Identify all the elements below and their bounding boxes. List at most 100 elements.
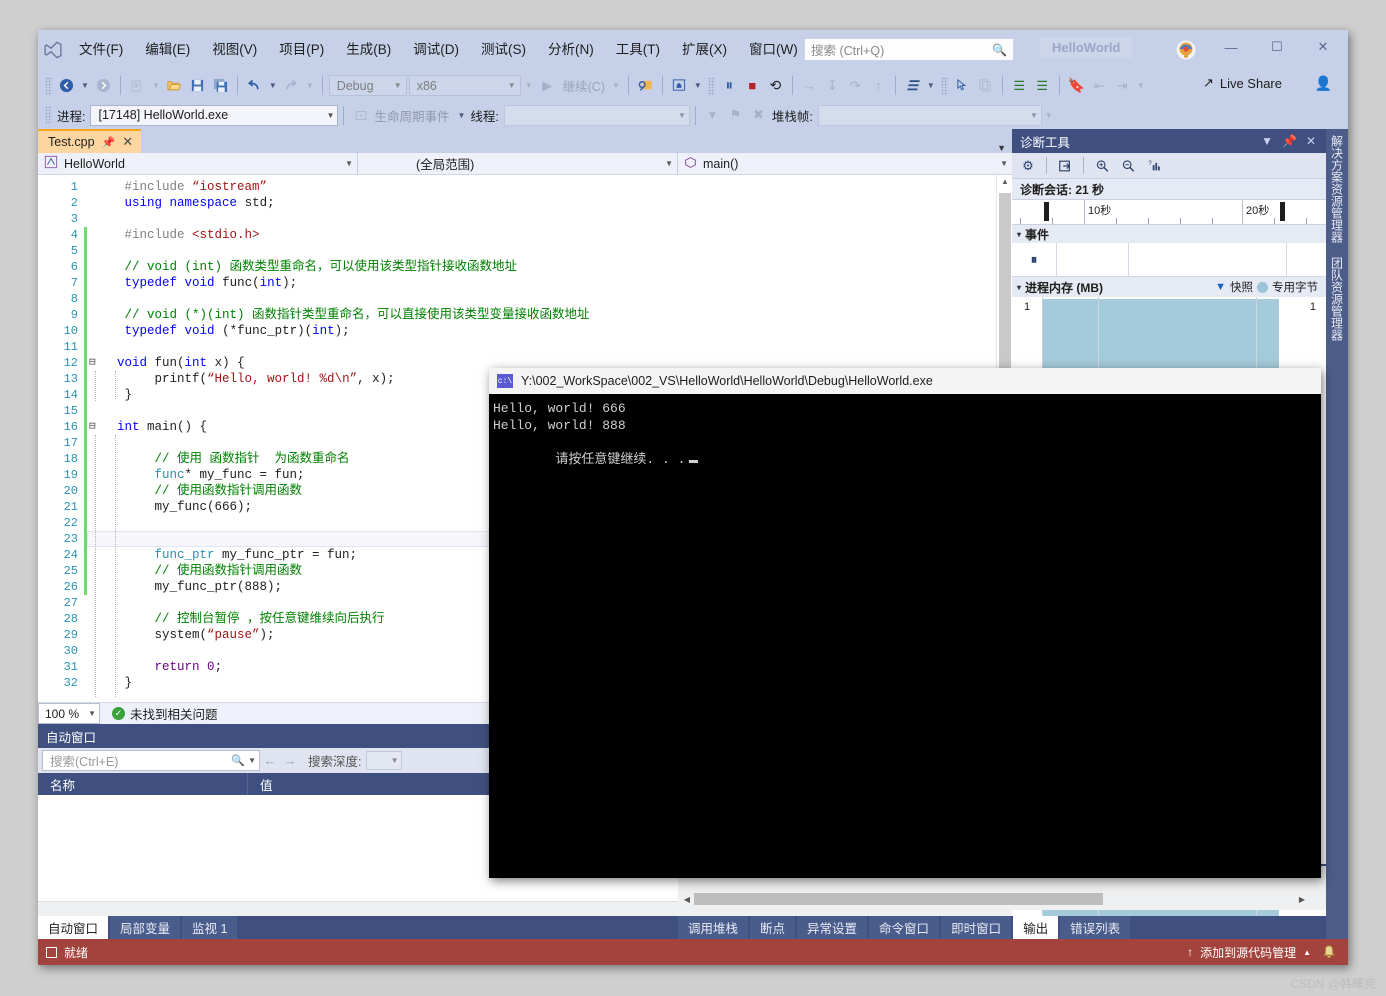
stop-debugging-icon[interactable]: ■: [741, 74, 764, 97]
output-horizontal-scrollbar[interactable]: ◀ ▶: [680, 892, 1309, 906]
menu-file[interactable]: 文件(F): [68, 37, 134, 63]
menu-tools[interactable]: 工具(T): [605, 37, 671, 63]
navigate-backward-dropdown-icon[interactable]: ▼: [78, 81, 92, 90]
outdent-icon[interactable]: ☰: [1031, 74, 1054, 97]
save-icon[interactable]: [186, 74, 209, 97]
toolbar-grip[interactable]: [707, 76, 715, 95]
debug-toolbar-overflow-icon[interactable]: ▼: [1042, 111, 1056, 120]
tab-exception-settings[interactable]: 异常设置: [797, 916, 868, 939]
notifications-bell-icon[interactable]: [1318, 942, 1340, 962]
account-avatar-icon[interactable]: [1174, 38, 1198, 62]
scrollbar-thumb[interactable]: [694, 893, 1103, 905]
flag-threads-icon[interactable]: ⚑: [724, 104, 747, 127]
code-line[interactable]: typedef void (*func_ptr)(int);: [87, 323, 996, 339]
fold-collapse-fun-icon[interactable]: ⊟: [89, 355, 96, 371]
restart-debugging-icon[interactable]: ⟲: [764, 74, 787, 97]
bookmark-icon[interactable]: 🔖: [1065, 74, 1088, 97]
scrollbar-track[interactable]: [694, 893, 1295, 905]
thread-select[interactable]: ▼: [503, 104, 690, 126]
thread-marker-icon[interactable]: ☰: [901, 74, 924, 97]
code-line[interactable]: // void (*)(int) 函数指针类型重命名，可以直接使用该类型变量接收…: [87, 307, 996, 323]
source-control-label[interactable]: 添加到源代码管理: [1200, 944, 1296, 961]
hot-reload-dropdown-icon[interactable]: ▼: [691, 81, 705, 90]
save-all-icon[interactable]: [209, 74, 232, 97]
zoom-out-icon[interactable]: [1116, 155, 1140, 177]
quick-search-input[interactable]: 搜索 (Ctrl+Q) 🔍: [804, 38, 1014, 61]
maximize-button[interactable]: ☐: [1254, 32, 1300, 62]
break-all-pause-icon[interactable]: ⏸: [718, 74, 741, 97]
menu-test[interactable]: 测试(S): [470, 37, 537, 63]
pin-icon[interactable]: 📌: [1282, 134, 1297, 148]
console-window[interactable]: c:\ Y:\002_WorkSpace\002_VS\HelloWorld\H…: [489, 368, 1321, 878]
navbar-project-select[interactable]: HelloWorld ▼: [38, 153, 358, 174]
menu-window[interactable]: 窗口(W): [738, 37, 809, 63]
menu-project[interactable]: 项目(P): [268, 37, 335, 63]
editor-zoom-select[interactable]: 100 % ▼: [38, 703, 100, 724]
code-line[interactable]: [87, 339, 996, 355]
menu-extensions[interactable]: 扩展(X): [671, 37, 738, 63]
code-line[interactable]: [87, 211, 996, 227]
navbar-member-select[interactable]: main() ▼: [678, 153, 1012, 174]
step-out-icon[interactable]: ↑: [867, 74, 890, 97]
diagnostic-events-section[interactable]: ▾ 事件: [1012, 225, 1326, 243]
navbar-scope-select[interactable]: (全局范围) ▼: [358, 153, 678, 174]
menu-build[interactable]: 生成(B): [335, 37, 402, 63]
code-line[interactable]: [87, 243, 996, 259]
tab-call-stack[interactable]: 调用堆栈: [678, 916, 749, 939]
open-summary-icon[interactable]: [1053, 155, 1077, 177]
thread-marker-dropdown-icon[interactable]: ▼: [924, 81, 938, 90]
vertical-tab-solution-explorer[interactable]: 解决方案资源管理器: [1327, 129, 1347, 247]
process-select[interactable]: [17148] HelloWorld.exe ▼: [90, 104, 339, 126]
menu-debug[interactable]: 调试(D): [402, 37, 470, 63]
close-button[interactable]: ✕: [1300, 32, 1346, 62]
fold-collapse-main-icon[interactable]: ⊟: [89, 419, 96, 435]
close-icon[interactable]: ✕: [1306, 134, 1316, 148]
code-line[interactable]: #include <stdio.h>: [87, 227, 996, 243]
show-charts-icon[interactable]: ?: [1142, 155, 1166, 177]
platform-extra-dropdown-icon[interactable]: ▼: [522, 81, 536, 90]
expand-triangle-icon[interactable]: ▾: [1017, 283, 1021, 292]
continue-dropdown-icon[interactable]: ▼: [609, 81, 623, 90]
zoom-in-icon[interactable]: [1090, 155, 1114, 177]
toolbar-grip[interactable]: [940, 76, 948, 95]
solution-configuration-select[interactable]: Debug ▼: [328, 75, 407, 96]
tab-immediate-window[interactable]: 即时窗口: [941, 916, 1012, 939]
scroll-left-icon[interactable]: ◀: [680, 895, 694, 904]
lifecycle-events-icon[interactable]: [349, 104, 372, 127]
minimize-button[interactable]: —: [1208, 32, 1254, 62]
continue-label[interactable]: 继续(C): [559, 76, 609, 95]
new-project-dropdown-icon[interactable]: ▼: [149, 81, 163, 90]
vertical-tab-team-explorer[interactable]: 团队资源管理器: [1327, 251, 1347, 343]
continue-play-icon[interactable]: ▶: [536, 74, 559, 97]
process-memory-header[interactable]: ▾ 进程内存 (MB) ▼ 快照 专用字节: [1012, 277, 1326, 297]
tab-autos[interactable]: 自动窗口: [38, 916, 109, 939]
tabstrip-overflow-icon[interactable]: ▼: [997, 143, 1012, 153]
unflag-threads-icon[interactable]: ✖: [747, 104, 770, 127]
code-line[interactable]: #include “iostream”: [87, 179, 996, 195]
tab-error-list[interactable]: 错误列表: [1060, 916, 1131, 939]
redo-icon[interactable]: [280, 74, 303, 97]
settings-gear-icon[interactable]: ⚙: [1016, 155, 1040, 177]
console-output[interactable]: Hello, world! 666 Hello, world! 888 请按任意…: [489, 394, 1321, 878]
code-line[interactable]: [87, 291, 996, 307]
hot-reload-icon[interactable]: [668, 74, 691, 97]
open-file-icon[interactable]: [163, 74, 186, 97]
send-feedback-icon[interactable]: 👤: [1315, 75, 1332, 92]
search-depth-select[interactable]: ▼: [366, 751, 403, 770]
code-line[interactable]: // void (int) 函数类型重命名，可以使用该类型指针接收函数地址: [87, 259, 996, 275]
comment-icon[interactable]: [974, 74, 997, 97]
code-line[interactable]: using namespace std;: [87, 195, 996, 211]
indent-icon[interactable]: ☰: [1008, 74, 1031, 97]
redo-dropdown-icon[interactable]: ▼: [303, 81, 317, 90]
code-line[interactable]: typedef void func(int);: [87, 275, 996, 291]
search-previous-icon[interactable]: ←: [260, 753, 280, 768]
stackframe-select[interactable]: ▼: [817, 104, 1042, 126]
menu-view[interactable]: 视图(V): [201, 37, 268, 63]
next-bookmark-icon[interactable]: ⇥: [1111, 74, 1134, 97]
toolbar-grip[interactable]: [45, 106, 52, 124]
select-tool-icon[interactable]: [951, 74, 974, 97]
menu-analyze[interactable]: 分析(N): [537, 37, 605, 63]
attach-to-process-icon[interactable]: [634, 74, 657, 97]
lifecycle-dropdown-icon[interactable]: ▼: [455, 111, 469, 120]
scroll-right-icon[interactable]: ▶: [1295, 895, 1309, 904]
